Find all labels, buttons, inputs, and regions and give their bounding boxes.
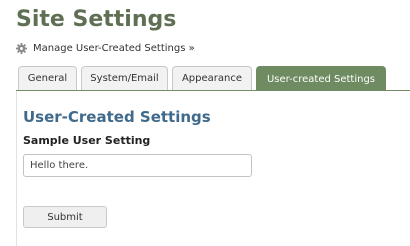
sample-user-setting-label: Sample User Setting (23, 134, 151, 147)
settings-tabs: General System/Email Appearance User-cre… (0, 66, 410, 91)
tab-user-created-settings[interactable]: User-created Settings (256, 66, 386, 91)
tab-general[interactable]: General (18, 66, 77, 90)
tab-system-email-label: System/Email (90, 73, 159, 84)
tab-system-email[interactable]: System/Email (81, 66, 168, 90)
gear-icon (16, 42, 27, 54)
site-settings-page: Site Settings Manage User-Created Settin… (0, 0, 410, 246)
manage-user-created-settings-link[interactable]: Manage User-Created Settings » (16, 40, 195, 56)
sample-user-setting-input[interactable] (23, 154, 252, 177)
tab-appearance[interactable]: Appearance (172, 66, 252, 90)
settings-panel: User-Created Settings Sample User Settin… (16, 91, 410, 246)
submit-button[interactable]: Submit (23, 206, 107, 228)
panel-left-border (16, 91, 17, 246)
page-title: Site Settings (16, 7, 177, 32)
tab-appearance-label: Appearance (181, 73, 243, 84)
manage-link-label: Manage User-Created Settings » (33, 42, 195, 54)
tab-general-label: General (27, 73, 68, 84)
tab-user-created-settings-label: User-created Settings (266, 73, 376, 85)
section-heading: User-Created Settings (23, 108, 211, 126)
